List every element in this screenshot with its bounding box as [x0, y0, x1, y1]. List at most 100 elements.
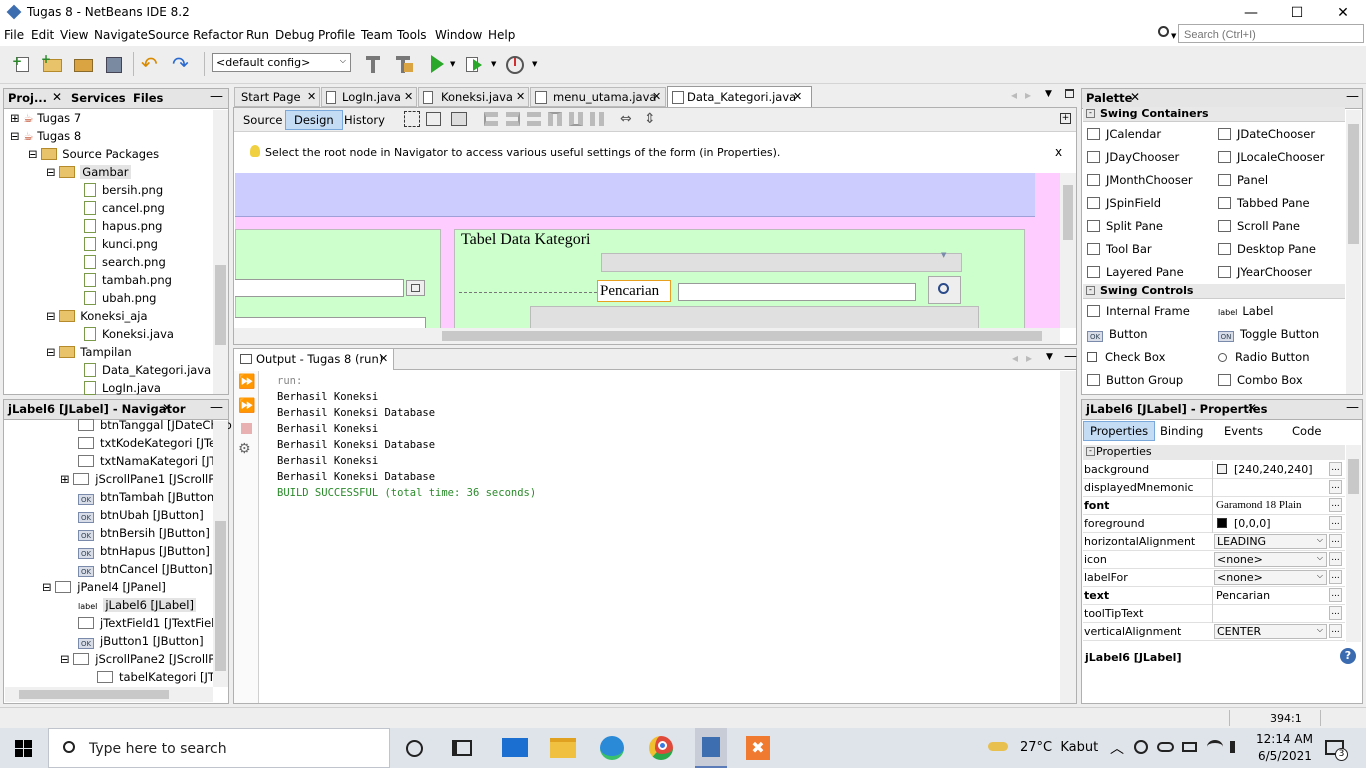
palette-item[interactable]: JSpinField	[1087, 196, 1161, 210]
minimize-panel-icon[interactable]: —	[210, 400, 223, 415]
run-icon[interactable]	[428, 54, 450, 74]
property-row-text[interactable]: text Pencarian...	[1083, 587, 1345, 605]
menu-refactor[interactable]: Refactor	[193, 28, 243, 42]
close-icon[interactable]: ✕	[1130, 90, 1140, 104]
settings-icon[interactable]: ⚙	[238, 441, 251, 457]
close-icon[interactable]: ✕	[162, 401, 172, 415]
palette-item[interactable]: Scroll Pane	[1218, 219, 1300, 233]
design-button[interactable]: Design	[285, 110, 343, 130]
palette-item[interactable]: Panel	[1218, 173, 1268, 187]
tree-item-file[interactable]: cancel.png	[84, 201, 165, 215]
nav-item[interactable]: tabelKategori [JTal	[97, 670, 223, 684]
debug-dropdown-icon[interactable]: ▼	[491, 60, 499, 80]
search-input[interactable]	[1178, 24, 1364, 43]
chrome-icon[interactable]	[649, 736, 673, 760]
ellipsis-button[interactable]: ...	[1329, 516, 1342, 530]
menu-source[interactable]: Source	[148, 28, 189, 42]
help-icon[interactable]: ?	[1340, 648, 1356, 664]
tree-item-file[interactable]: Data_Kategori.java	[84, 363, 211, 377]
editor-tab-active[interactable]: Data_Kategori.java ✕	[667, 86, 812, 107]
nav-item[interactable]: ⊞ jScrollPane1 [JScrollPar	[60, 472, 226, 486]
close-icon[interactable]: ✕	[793, 90, 802, 103]
align-left-icon[interactable]	[484, 112, 498, 126]
output-vscrollbar[interactable]	[1060, 371, 1076, 703]
scroll-thumb[interactable]	[19, 690, 169, 699]
property-row-valign[interactable]: verticalAlignment CENTER ⌵...	[1083, 623, 1345, 641]
top-placeholder-component[interactable]	[601, 253, 962, 272]
nama-kategori-field[interactable]	[235, 317, 426, 328]
cortana-icon[interactable]	[406, 740, 423, 757]
tanggal-text-field[interactable]	[235, 279, 404, 297]
profile-icon[interactable]	[504, 54, 526, 74]
editor-tab[interactable]: Koneksi.java ✕	[418, 87, 529, 107]
build-icon[interactable]	[362, 54, 384, 74]
property-row-background[interactable]: background [240,240,240]...	[1083, 461, 1345, 479]
properties-tab[interactable]: Properties	[1083, 421, 1156, 441]
netbeans-icon[interactable]	[695, 728, 727, 768]
nav-item[interactable]: OK btnTambah [JButton]	[78, 490, 219, 505]
cloud-icon[interactable]	[1157, 742, 1174, 752]
palette-category-controls[interactable]: - Swing Controls	[1083, 284, 1345, 299]
palette-item[interactable]: Desktop Pane	[1218, 242, 1316, 256]
menu-window[interactable]: Window	[435, 28, 482, 42]
config-select[interactable]: <default config> ⌵	[212, 53, 351, 72]
nav-item[interactable]: btnTanggal [JDateChoo	[78, 418, 232, 432]
palette-item[interactable]: JLocaleChooser	[1218, 150, 1324, 164]
minimize-panel-icon[interactable]: —	[210, 89, 223, 104]
nav-item[interactable]: OK jButton1 [JButton]	[78, 634, 204, 649]
align-top-icon[interactable]	[548, 112, 562, 126]
palette-item[interactable]: JMonthChooser	[1087, 173, 1193, 187]
open-project-icon[interactable]	[72, 54, 94, 74]
palette-item[interactable]: Layered Pane	[1087, 265, 1184, 279]
tab-list-icon[interactable]: ▼	[1046, 352, 1053, 362]
tree-item-file[interactable]: hapus.png	[84, 219, 162, 233]
align-bottom-icon[interactable]	[569, 112, 583, 126]
scroll-thumb[interactable]	[1348, 459, 1359, 494]
ellipsis-button[interactable]: ...	[1329, 480, 1342, 494]
nav-item[interactable]: txtNamaKategori [JTex	[78, 454, 228, 468]
code-tab[interactable]: Code	[1292, 424, 1321, 438]
menu-view[interactable]: View	[60, 28, 88, 42]
maximize-editor-icon[interactable]	[1065, 89, 1074, 98]
form-input-panel[interactable]	[235, 229, 441, 328]
close-icon[interactable]: ✕	[404, 90, 413, 103]
selection-mode-icon[interactable]	[404, 111, 420, 127]
property-row-icon[interactable]: icon <none> ⌵...	[1083, 551, 1345, 569]
wifi-icon[interactable]	[1207, 740, 1223, 754]
taskbar-search-box[interactable]: Type here to search	[48, 728, 390, 768]
tree-item-tugas8[interactable]: ⊟ ☕ Tugas 8	[10, 129, 81, 143]
nav-item[interactable]: ⊟ jScrollPane2 [JScrollPar	[60, 652, 226, 666]
volume-icon[interactable]	[1230, 741, 1244, 753]
run-dropdown-icon[interactable]: ▼	[450, 60, 458, 80]
new-file-icon[interactable]: +	[12, 54, 34, 74]
nav-item[interactable]: OK btnUbah [JButton]	[78, 508, 204, 523]
ellipsis-button[interactable]: ...	[1329, 606, 1342, 620]
table-scroll-pane[interactable]	[530, 306, 979, 328]
palette-item[interactable]: Tabbed Pane	[1218, 196, 1310, 210]
tree-item-file[interactable]: kunci.png	[84, 237, 158, 251]
tab-list-icon[interactable]: ▼	[1045, 89, 1052, 99]
menu-edit[interactable]: Edit	[31, 28, 54, 42]
palette-category-containers[interactable]: - Swing Containers	[1083, 107, 1345, 122]
ellipsis-button[interactable]: ...	[1329, 570, 1342, 584]
tab-services[interactable]: Services	[71, 91, 126, 105]
property-row-font[interactable]: font Garamond 18 Plain...	[1083, 497, 1345, 515]
property-row-foreground[interactable]: foreground [0,0,0]...	[1083, 515, 1345, 533]
palette-item[interactable]: OK Button	[1087, 327, 1148, 342]
tree-item-source-packages[interactable]: ⊟ Source Packages	[28, 147, 159, 161]
palette-item[interactable]: Internal Frame	[1087, 304, 1190, 318]
weather-text[interactable]: 27°C Kabut	[1020, 740, 1098, 755]
scroll-thumb[interactable]	[1063, 185, 1073, 240]
calendar-icon[interactable]	[406, 280, 425, 296]
menu-help[interactable]: Help	[488, 28, 515, 42]
align-right-icon[interactable]	[506, 112, 520, 126]
ellipsis-button[interactable]: ...	[1329, 552, 1342, 566]
nav-item[interactable]: txtKodeKategori [JTex	[78, 436, 223, 450]
palette-item[interactable]: Button Group	[1087, 373, 1183, 387]
scroll-thumb[interactable]	[442, 331, 1042, 341]
palette-item[interactable]: label Label	[1218, 304, 1273, 318]
tree-item-file[interactable]: tambah.png	[84, 273, 172, 287]
close-icon[interactable]: ✕	[307, 90, 316, 103]
ellipsis-button[interactable]: ...	[1329, 462, 1342, 476]
pencarian-label[interactable]: Pencarian	[597, 280, 671, 302]
